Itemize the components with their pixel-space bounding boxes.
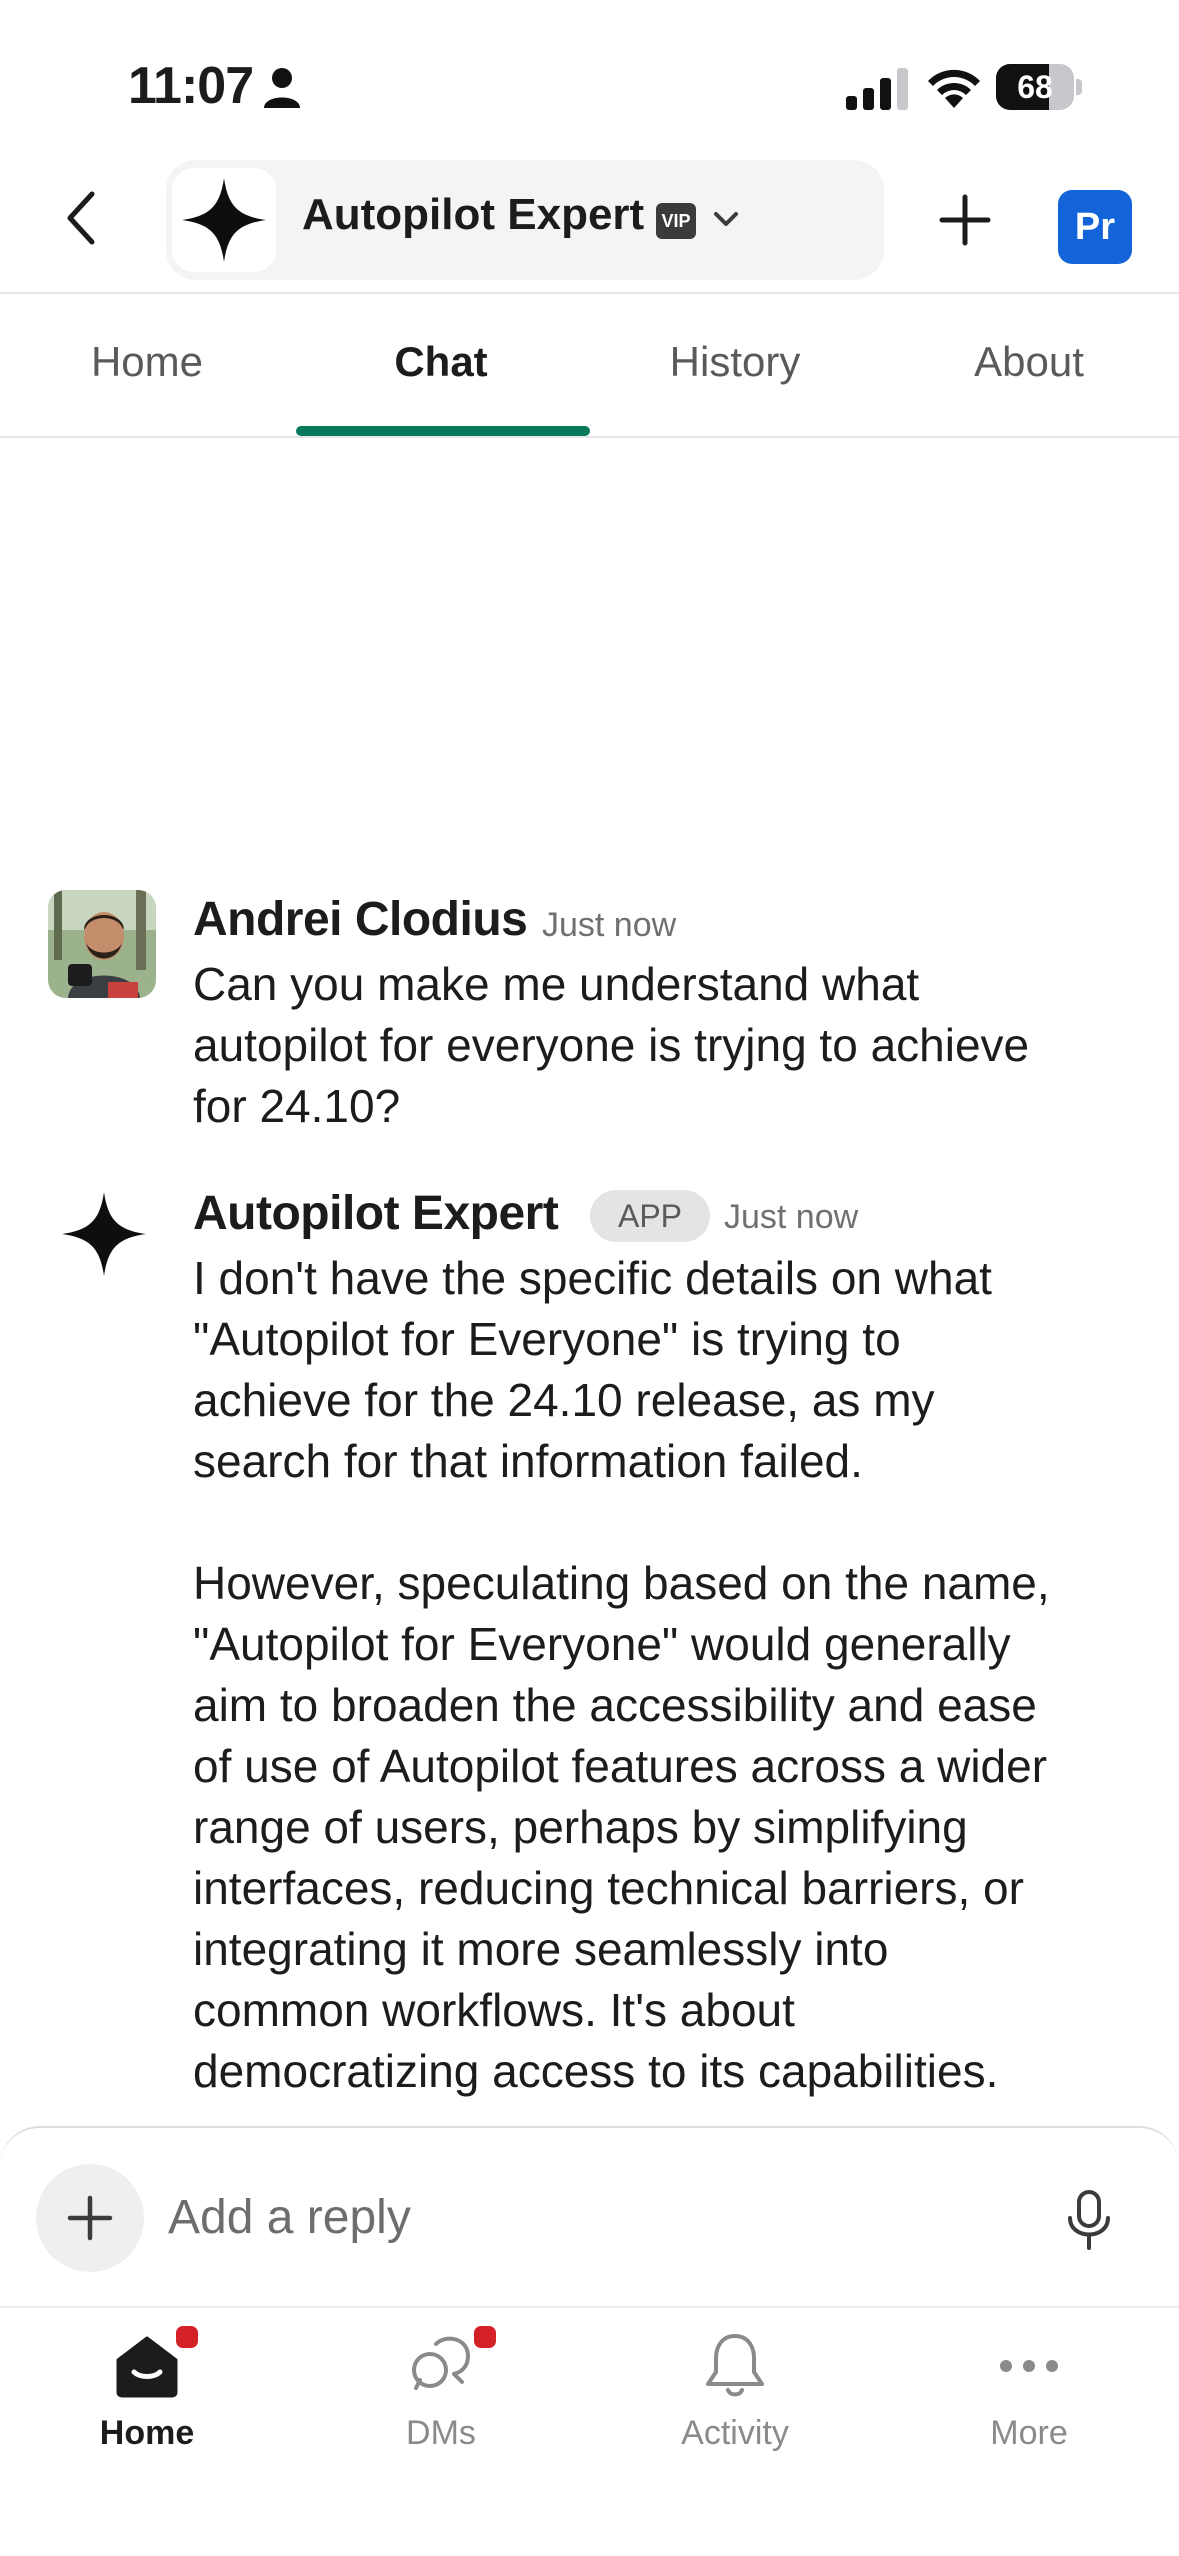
- notification-dot: [470, 2322, 500, 2352]
- user-photo: [48, 890, 156, 998]
- active-tab-indicator: [296, 426, 590, 436]
- reply-input[interactable]: Add a reply: [168, 2190, 411, 2245]
- sparkle-icon: [182, 178, 266, 262]
- notification-dot: [172, 2322, 202, 2352]
- attach-button[interactable]: [36, 2164, 144, 2272]
- channel-avatar[interactable]: [172, 168, 276, 272]
- tabs-divider: [0, 436, 1179, 438]
- plus-icon[interactable]: [938, 193, 992, 247]
- bell-icon: [706, 2334, 764, 2397]
- sparkle-icon[interactable]: [56, 1186, 152, 1282]
- nav-divider: [0, 2306, 1179, 2308]
- message-timestamp: Just now: [724, 1198, 859, 1236]
- channel-title[interactable]: Autopilot Expert: [302, 190, 644, 240]
- message-text: I don't have the specific details on wha…: [193, 1252, 1050, 2097]
- vip-badge: VIP: [656, 203, 696, 239]
- header-divider: [0, 292, 1179, 294]
- more-dots-icon: [1000, 2360, 1058, 2372]
- back-icon[interactable]: [58, 188, 108, 248]
- nav-home[interactable]: Home: [0, 2316, 294, 2476]
- message-sender[interactable]: Andrei Clodius: [193, 892, 528, 947]
- nav-label: Activity: [681, 2414, 789, 2452]
- battery-percentage: 68: [1017, 69, 1053, 105]
- chevron-down-icon[interactable]: [712, 208, 740, 232]
- message-timestamp: Just now: [542, 906, 677, 944]
- nav-label: DMs: [406, 2414, 476, 2452]
- nav-dms[interactable]: DMs: [294, 2316, 588, 2476]
- message-text: Can you make me understand what autopilo…: [193, 958, 1030, 1132]
- status-time: 11:07: [128, 57, 254, 115]
- tab-chat[interactable]: Chat: [294, 338, 588, 398]
- microphone-icon[interactable]: [1062, 2188, 1116, 2252]
- nav-label: Home: [99, 2414, 195, 2452]
- message-sender[interactable]: Autopilot Expert: [193, 1186, 559, 1241]
- plus-icon: [67, 2195, 113, 2241]
- avatar[interactable]: [48, 890, 156, 998]
- nav-activity[interactable]: Activity: [588, 2316, 882, 2476]
- wifi-icon: [928, 69, 980, 108]
- nav-more[interactable]: More: [882, 2316, 1176, 2476]
- profile-button[interactable]: Pr: [1058, 190, 1132, 264]
- chat-bubbles-icon: [412, 2336, 470, 2390]
- app-badge: APP: [590, 1190, 710, 1242]
- tab-history[interactable]: History: [588, 338, 882, 398]
- battery-icon: 68: [996, 64, 1082, 110]
- person-icon: [264, 68, 300, 108]
- nav-label: More: [990, 2414, 1068, 2452]
- tab-home[interactable]: Home: [0, 338, 294, 398]
- tab-about[interactable]: About: [882, 338, 1176, 398]
- signal-icon: [846, 68, 908, 110]
